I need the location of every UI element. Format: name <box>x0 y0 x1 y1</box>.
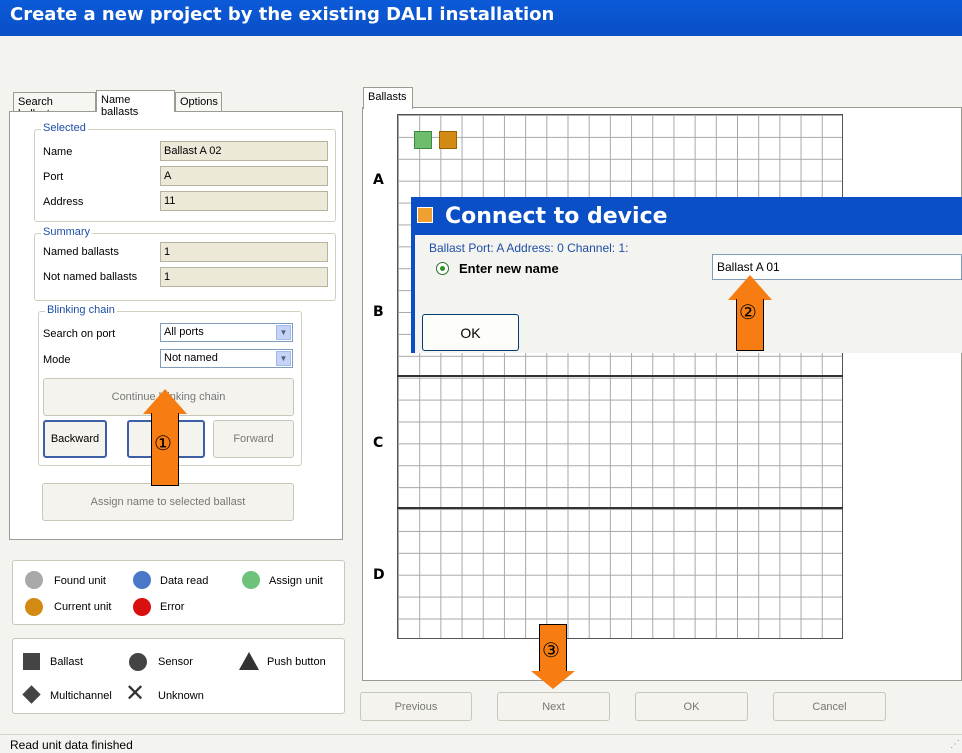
row-label-a: A <box>373 172 384 188</box>
resize-grip-icon[interactable]: ⋰ <box>950 739 960 750</box>
legend-data-read: Data read <box>160 575 209 587</box>
status-bar: Read unit data finished ⋰ <box>0 734 962 753</box>
assigned-ballast-cell[interactable] <box>414 131 432 149</box>
ballast-icon <box>23 653 40 670</box>
chevron-down-icon[interactable]: ▼ <box>276 351 291 366</box>
mode-select[interactable]: Not named ▼ <box>160 349 293 368</box>
legend-unknown: Unknown <box>158 690 204 702</box>
annotation-arrow-3 <box>531 671 575 689</box>
named-ballasts-label: Named ballasts <box>43 246 119 258</box>
port-label: Port <box>43 171 64 183</box>
assign-name-button[interactable]: Assign name to selected ballast <box>42 483 294 521</box>
window-title: Create a new project by the existing DAL… <box>0 0 962 36</box>
legend-sensor: Sensor <box>158 656 193 668</box>
unknown-icon: ✕ <box>125 679 146 707</box>
tab-options[interactable]: Options <box>175 92 222 112</box>
legend-assign-unit: Assign unit <box>269 575 323 587</box>
status-text: Read unit data finished <box>10 738 133 752</box>
selected-group-title: Selected <box>41 122 88 134</box>
chevron-down-icon[interactable]: ▼ <box>276 325 291 340</box>
address-label: Address <box>43 196 84 208</box>
error-icon <box>133 598 151 616</box>
status-legend: Found unit Data read Assign unit Current… <box>12 560 345 625</box>
search-on-port-select[interactable]: All ports ▼ <box>160 323 293 342</box>
not-named-ballasts-label: Not named ballasts <box>43 271 138 283</box>
legend-ballast: Ballast <box>50 656 84 668</box>
enter-new-name-label: Enter new name <box>459 261 559 276</box>
dialog-title: Connect to device <box>445 204 668 229</box>
legend-error: Error <box>160 601 185 613</box>
search-on-port-label: Search on port <box>43 328 116 340</box>
annotation-marker-2: ② <box>739 300 757 324</box>
cancel-button[interactable]: Cancel <box>773 692 886 721</box>
data-read-icon <box>133 571 151 589</box>
dialog-subtitle: Ballast Port: A Address: 0 Channel: 1: <box>429 241 629 255</box>
backward-button[interactable]: Backward <box>43 420 107 458</box>
dialog-app-icon <box>417 207 433 223</box>
mode-value: Not named <box>164 352 218 364</box>
dialog-ok-button[interactable]: OK <box>422 314 519 351</box>
annotation-marker-1: ① <box>154 431 172 455</box>
name-field: Ballast A 02 <box>160 141 328 161</box>
mode-label: Mode <box>43 354 71 366</box>
row-separator <box>397 375 843 377</box>
found-unit-icon <box>25 571 43 589</box>
ok-button[interactable]: OK <box>635 692 748 721</box>
annotation-marker-3: ③ <box>542 638 560 662</box>
port-field: A <box>160 166 328 186</box>
named-ballasts-field: 1 <box>160 242 328 262</box>
radio-selected-icon[interactable] <box>436 262 449 275</box>
row-separator <box>397 507 843 509</box>
summary-group-title: Summary <box>41 226 93 238</box>
current-unit-icon <box>25 598 43 616</box>
type-legend: Ballast Sensor Push button Multichannel … <box>12 638 345 714</box>
row-label-d: D <box>373 567 385 583</box>
blinking-chain-title: Blinking chain <box>45 304 117 316</box>
row-label-c: C <box>373 435 384 451</box>
search-on-port-value: All ports <box>164 326 204 338</box>
previous-button[interactable]: Previous <box>360 692 472 721</box>
assign-unit-icon <box>242 571 260 589</box>
legend-current-unit: Current unit <box>54 601 112 613</box>
tab-search-ballasts[interactable]: Search ballasts <box>13 92 96 120</box>
tab-ballasts[interactable]: Ballasts <box>363 87 413 109</box>
annotation-arrow-2 <box>728 275 772 300</box>
address-field: 11 <box>160 191 328 211</box>
legend-found-unit: Found unit <box>54 575 106 587</box>
multichannel-icon <box>22 685 41 704</box>
legend-multichannel: Multichannel <box>50 690 112 702</box>
forward-button[interactable]: Forward <box>213 420 294 458</box>
push-button-icon <box>239 652 259 670</box>
sensor-icon <box>129 653 147 671</box>
annotation-arrow-1 <box>143 389 187 414</box>
radio-dot <box>440 266 445 271</box>
legend-push-button: Push button <box>267 656 326 668</box>
next-button[interactable]: Next <box>497 692 610 721</box>
row-label-b: B <box>373 304 384 320</box>
current-ballast-cell[interactable] <box>439 131 457 149</box>
tab-name-ballasts[interactable]: Name ballasts <box>96 90 175 118</box>
not-named-ballasts-field: 1 <box>160 267 328 287</box>
name-label: Name <box>43 146 73 158</box>
